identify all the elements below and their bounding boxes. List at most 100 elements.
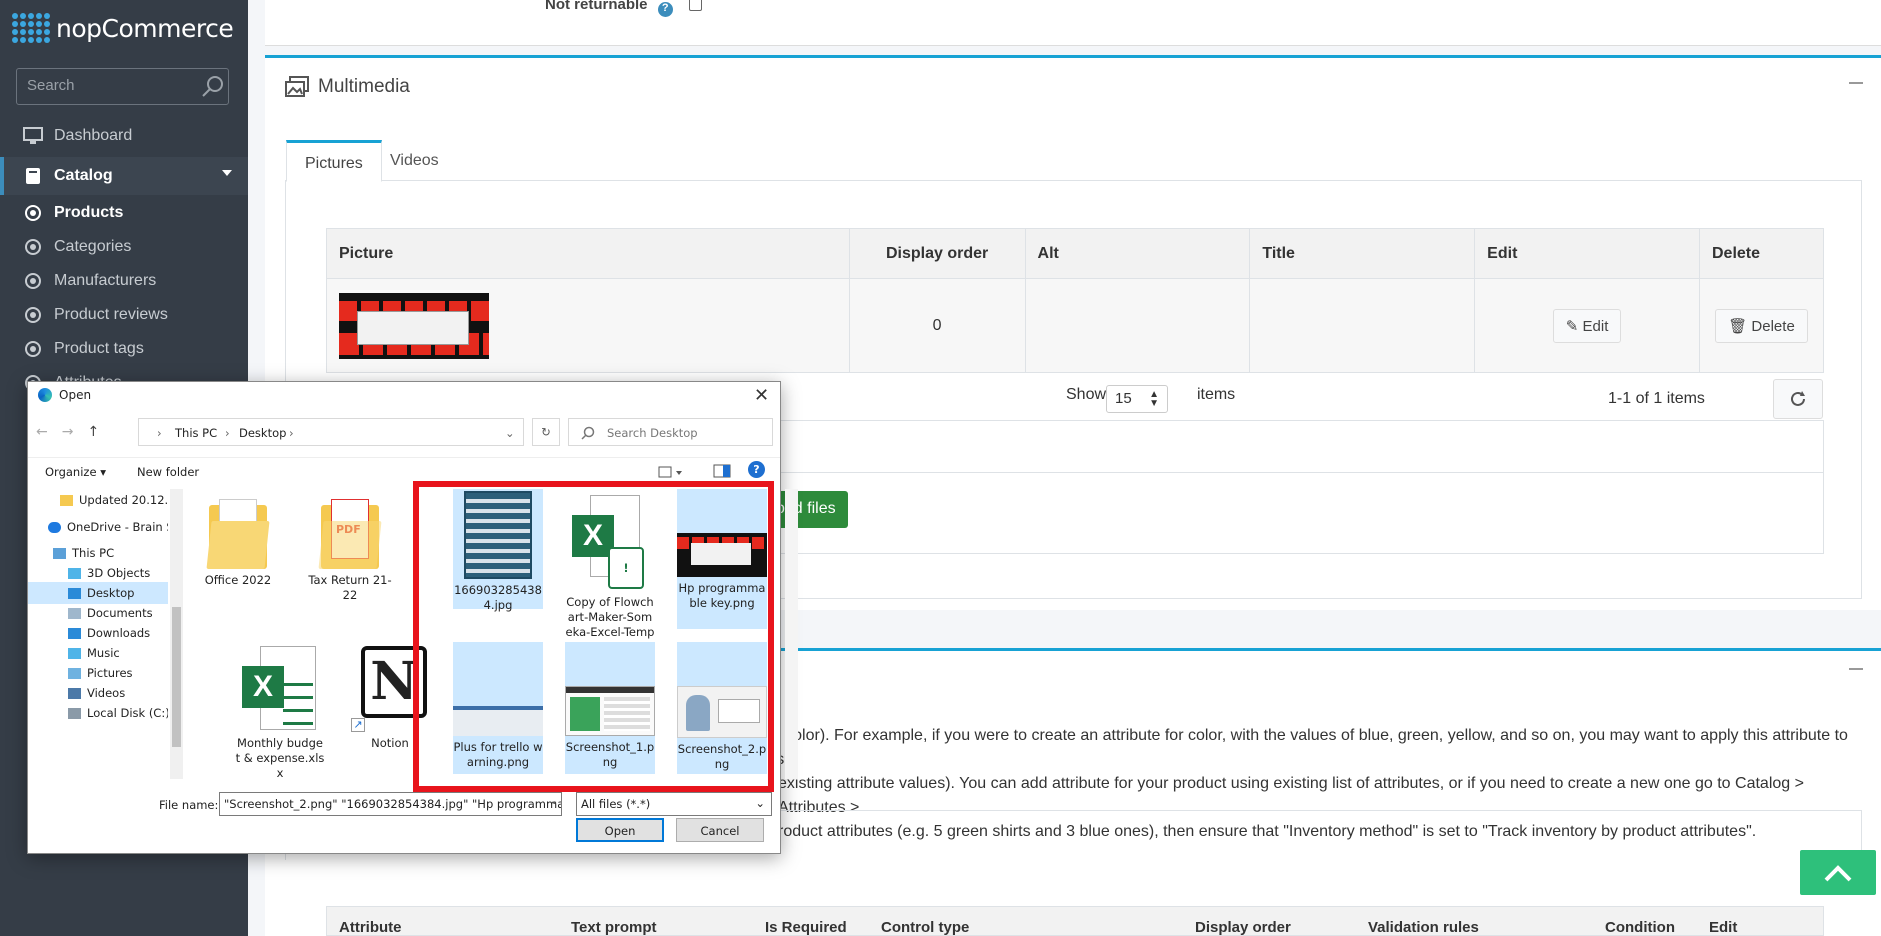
column-header-is-required[interactable]: Is Required <box>765 919 847 936</box>
tree-item-label: Local Disk (C:) <box>87 706 168 720</box>
close-icon[interactable]: ✕ <box>754 385 769 406</box>
attributes-description-line: h as, color). For example, if you were t… <box>746 727 1848 768</box>
cancel-button[interactable]: Cancel <box>676 818 764 842</box>
file-item[interactable]: X Monthly budget & expense.xlsx <box>235 642 325 780</box>
tree-item-pictures[interactable]: Pictures <box>28 662 168 684</box>
back-arrow-icon[interactable]: ← <box>36 424 62 440</box>
tree-item-label: Pictures <box>87 666 133 680</box>
trash-icon: 🗑 <box>1728 317 1752 335</box>
sidebar-item-dashboard[interactable]: Dashboard <box>0 117 248 155</box>
breadcrumb-desktop[interactable]: Desktop <box>239 426 286 440</box>
file-type-select[interactable]: All files (*.*) ⌄ <box>576 792 772 816</box>
product-info-card <box>265 0 1881 46</box>
sidebar-item-products[interactable]: Products <box>0 194 248 232</box>
sidebar-search-input[interactable]: Search <box>16 68 229 105</box>
column-header-control-type[interactable]: Control type <box>881 919 969 936</box>
tree-item-label: This PC <box>72 546 115 560</box>
organize-label: Organize <box>45 465 97 479</box>
edit-button[interactable]: ✎ Edit <box>1552 308 1622 343</box>
file-name: Office 2022 <box>204 573 272 587</box>
tree-item-desktop[interactable]: Desktop <box>28 582 168 604</box>
tree-item-onedrive[interactable]: OneDrive - Brain S <box>28 516 168 538</box>
file-item[interactable]: Office 2022 <box>193 489 283 609</box>
chevron-down-icon: ⌄ <box>755 796 765 810</box>
breadcrumb-this-pc[interactable]: This PC <box>175 426 217 440</box>
pdf-folder-icon: PDF <box>318 499 382 569</box>
forward-arrow-icon[interactable]: → <box>62 424 88 440</box>
logo-dots-icon <box>12 13 50 43</box>
sidebar-item-product-tags[interactable]: Product tags <box>0 330 248 368</box>
show-label: Show <box>1066 386 1107 403</box>
file-name: Tax Return 21-22 <box>308 573 392 602</box>
refresh-button[interactable] <box>1773 379 1823 419</box>
chevron-down-icon[interactable]: ⌄ <box>550 796 558 807</box>
navigation-buttons: ←→↑ <box>36 424 113 440</box>
tree-item-music[interactable]: Music <box>28 642 168 664</box>
page-size-select[interactable]: 15 ▲ ▼ <box>1106 385 1168 413</box>
search-desktop-input[interactable]: Search Desktop <box>568 418 773 446</box>
column-header-edit[interactable]: Edit <box>1474 228 1700 279</box>
tree-item-3d-objects[interactable]: 3D Objects <box>28 562 168 584</box>
column-header-display-order[interactable]: Display order <box>1195 919 1291 936</box>
tree-item-updated[interactable]: Updated 20.12.20 <box>28 489 168 511</box>
tree-item-label: 3D Objects <box>87 566 151 580</box>
column-header-picture[interactable]: Picture <box>326 228 850 279</box>
dialog-title: Open <box>59 388 92 402</box>
column-header-validation-rules[interactable]: Validation rules <box>1368 919 1479 936</box>
navigation-scrollbar[interactable] <box>170 489 183 779</box>
file-name-input[interactable]: "Screenshot_2.png" "1669032854384.jpg" "… <box>219 792 562 816</box>
file-item[interactable]: PDF Tax Return 21-22 <box>305 489 395 609</box>
collapse-icon[interactable] <box>1849 668 1863 670</box>
navigation-pane: Updated 20.12.20 OneDrive - Brain S This… <box>28 489 183 779</box>
tree-item-label: OneDrive - Brain S <box>67 520 168 534</box>
picture-cell <box>326 278 850 373</box>
tree-item-local-disk[interactable]: Local Disk (C:) <box>28 702 168 724</box>
tree-item-downloads[interactable]: Downloads <box>28 622 168 644</box>
tree-item-documents[interactable]: Documents <box>28 602 168 624</box>
column-header-alt[interactable]: Alt <box>1024 228 1251 279</box>
tab-videos[interactable]: Videos <box>372 140 457 182</box>
help-icon[interactable]: ? <box>657 2 673 17</box>
column-header-condition[interactable]: Condition <box>1605 919 1675 936</box>
delete-cell: 🗑 Delete <box>1699 278 1824 373</box>
view-options-icon[interactable] <box>658 465 684 481</box>
collapse-icon[interactable] <box>1849 82 1863 84</box>
preview-pane-icon[interactable] <box>713 464 731 478</box>
chevron-down-icon[interactable]: ⌄ <box>505 426 515 440</box>
help-icon[interactable]: ? <box>748 461 765 478</box>
file-list-scrollbar[interactable] <box>785 489 798 779</box>
attributes-table-header: Attribute Text prompt Is Required Contro… <box>326 906 1824 936</box>
download-icon <box>68 627 81 639</box>
not-returnable-checkbox[interactable] <box>688 0 702 11</box>
circle-icon <box>22 236 44 258</box>
new-folder-button[interactable]: New folder <box>137 465 199 479</box>
column-header-display-order[interactable]: Display order <box>848 228 1026 279</box>
column-header-title[interactable]: Title <box>1249 228 1476 279</box>
sidebar-item-manufacturers[interactable]: Manufacturers <box>0 262 248 300</box>
sidebar-item-categories[interactable]: Categories <box>0 228 248 266</box>
pencil-icon: ✎ <box>1565 317 1583 335</box>
tab-pictures[interactable]: Pictures <box>286 140 382 182</box>
pictures-table: Picture Display order Alt Title Edit Del… <box>326 228 1824 373</box>
edge-browser-icon <box>38 388 52 402</box>
search-icon[interactable] <box>200 74 226 100</box>
open-button[interactable]: Open <box>576 818 664 842</box>
sidebar-item-catalog[interactable]: Catalog <box>0 157 248 195</box>
circle-icon <box>22 270 44 292</box>
picture-thumbnail[interactable] <box>339 292 489 359</box>
column-header-edit[interactable]: Edit <box>1709 919 1737 936</box>
up-arrow-icon[interactable]: ↑ <box>87 424 113 440</box>
column-header-attribute[interactable]: Attribute <box>339 919 402 936</box>
tree-item-this-pc[interactable]: This PC <box>28 542 168 564</box>
nopcommerce-logo[interactable]: nopCommerce <box>12 8 234 48</box>
sidebar-item-product-reviews[interactable]: Product reviews <box>0 296 248 334</box>
tree-item-videos[interactable]: Videos <box>28 682 168 704</box>
column-header-delete[interactable]: Delete <box>1699 228 1824 279</box>
organize-button[interactable]: Organize ▾ <box>45 465 106 479</box>
column-header-text-prompt[interactable]: Text prompt <box>571 919 657 936</box>
scroll-to-top-button[interactable] <box>1800 850 1876 895</box>
not-returnable-row: Not returnable ? <box>545 0 702 17</box>
address-bar[interactable]: › This PC › Desktop › ⌄ <box>138 418 524 446</box>
refresh-button[interactable]: ↻ <box>532 418 560 446</box>
delete-button[interactable]: 🗑 Delete <box>1715 308 1808 343</box>
